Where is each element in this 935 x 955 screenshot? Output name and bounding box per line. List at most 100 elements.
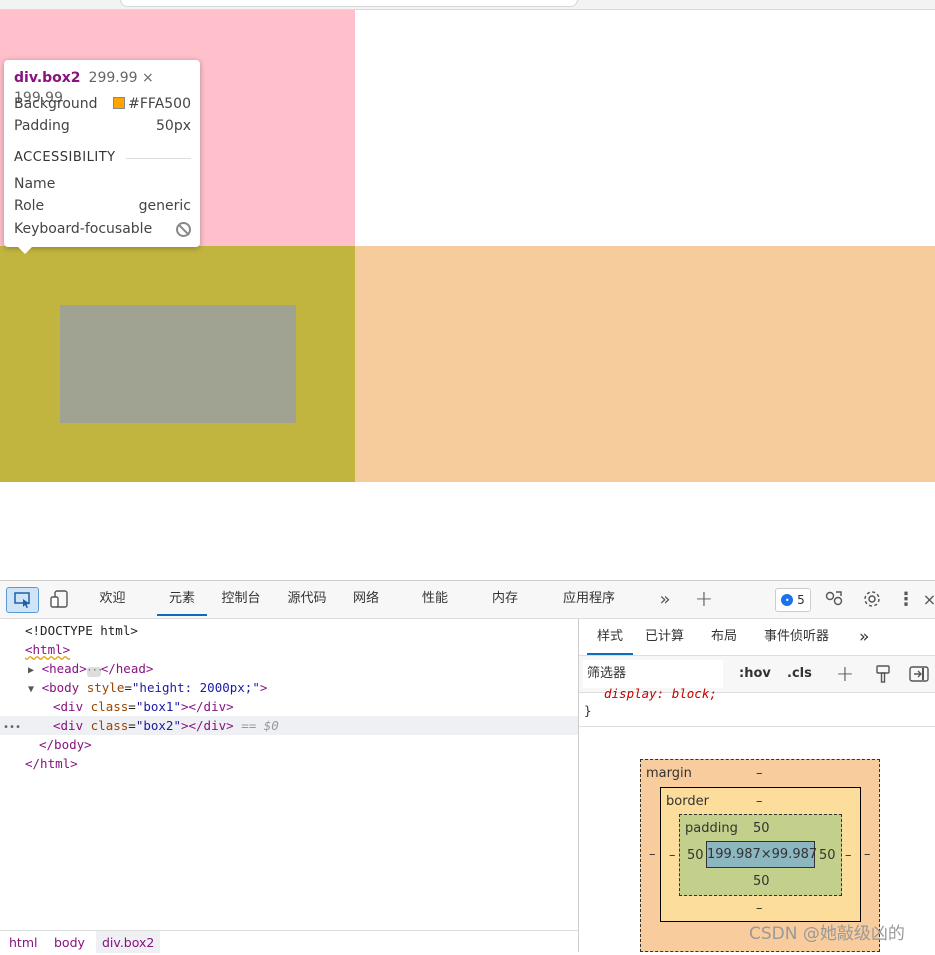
border-label: border (666, 794, 709, 809)
hover-state-button[interactable]: :hov (739, 656, 771, 692)
box-model-content[interactable]: 199.987×99.987 (706, 841, 817, 868)
tab-performance[interactable]: 性能 (414, 581, 456, 617)
issues-count: 5 (797, 593, 805, 607)
inspect-element-button[interactable] (6, 587, 39, 613)
close-devtools-icon[interactable]: × (923, 588, 935, 610)
html-close-tag: </html> (25, 756, 78, 771)
breadcrumb-div-box2[interactable]: div.box2 (96, 931, 161, 953)
body-style-value: "height: 2000px;" (131, 680, 260, 695)
doctype-text: <!DOCTYPE html> (25, 623, 138, 638)
brush-icon (876, 665, 890, 683)
padding-top-value[interactable]: 50 (753, 821, 770, 836)
margin-label: margin (646, 766, 692, 781)
dom-line-box1[interactable]: <div class="box1"></div> (0, 697, 631, 716)
new-rule-icon[interactable]: + (835, 662, 855, 687)
content-size-value[interactable]: 199.987×99.987 (707, 847, 817, 862)
devtools-tabbar: 欢迎 元素 控制台 源代码 网络 性能 内存 应用程序 » + • 5 ⋮ × (0, 581, 935, 619)
tab-sources[interactable]: 源代码 (280, 581, 334, 617)
toggle-sidebar-button[interactable] (909, 664, 929, 684)
add-tab-icon[interactable]: + (693, 587, 715, 612)
chat-icon: • (781, 594, 794, 606)
tab-console[interactable]: 控制台 (214, 581, 268, 617)
dom-line-html-close[interactable]: </html> (0, 754, 603, 773)
device-toolbar-button[interactable] (48, 589, 72, 609)
page-viewport: div.box2 299.99 × 199.99 Background #FFA5… (0, 10, 935, 580)
divider (126, 158, 191, 159)
tab-computed[interactable]: 已计算 (645, 619, 684, 655)
browser-toolbar (0, 0, 935, 10)
connection-button[interactable] (823, 588, 845, 610)
styles-filter-input[interactable]: 筛选器 (583, 660, 723, 688)
border-right-value[interactable]: – (845, 848, 852, 863)
tab-styles[interactable]: 样式 (587, 619, 633, 655)
breadcrumb-body[interactable]: body (54, 931, 85, 953)
tooltip-role-row: Role generic (14, 196, 191, 216)
dom-line-doctype[interactable]: <!DOCTYPE html> (0, 621, 603, 640)
tooltip-name-row: Name (14, 174, 191, 194)
box-model-border[interactable]: border – – – – padding 50 50 50 50 199.9… (660, 787, 861, 922)
class-value: "box1" (135, 699, 181, 714)
div-open-tag: <div (53, 699, 84, 714)
dom-line-body[interactable]: ▼ <body style="height: 2000px;"> (0, 678, 606, 697)
tab-memory[interactable]: 内存 (484, 581, 526, 617)
inspect-tooltip: div.box2 299.99 × 199.99 Background #FFA5… (4, 60, 200, 254)
margin-left-value[interactable]: – (649, 847, 656, 862)
class-attr: class (90, 718, 129, 733)
breadcrumb-html[interactable]: html (9, 931, 37, 953)
tooltip-focus-label: Keyboard-focusable (14, 221, 153, 237)
tab-event-listeners[interactable]: 事件侦听器 (764, 619, 829, 655)
elements-tree: <!DOCTYPE html> <html> ▶ <head>···</head… (0, 619, 578, 929)
padding-bottom-value[interactable]: 50 (753, 874, 770, 889)
tooltip-role-label: Role (14, 198, 45, 214)
more-style-tabs-icon[interactable]: » (859, 619, 869, 655)
more-tabs-icon[interactable]: » (654, 589, 676, 610)
padding-left-value[interactable]: 50 (687, 848, 704, 863)
issues-badge[interactable]: • 5 (775, 588, 811, 612)
tooltip-padding-label: Padding (14, 118, 70, 134)
head-ellipsis[interactable]: ··· (86, 667, 103, 677)
gear-icon (864, 591, 880, 607)
paint-brush-button[interactable] (873, 664, 893, 684)
padding-label: padding (685, 821, 738, 836)
dom-line-box2-selected[interactable]: ••• <div class="box2"></div> == $0 (0, 716, 578, 735)
selected-marker: == $0 (241, 718, 279, 733)
padding-right-value[interactable]: 50 (819, 848, 836, 863)
margin-top-value[interactable]: – (756, 766, 763, 781)
tooltip-role-value: generic (138, 198, 191, 214)
no-entry-icon (176, 222, 191, 237)
tooltip-padding-value: 50px (156, 118, 191, 134)
border-left-value[interactable]: – (669, 848, 676, 863)
border-bottom-value[interactable]: – (756, 901, 763, 916)
settings-button[interactable] (861, 588, 883, 610)
more-options-icon[interactable]: ⋮ (897, 588, 915, 610)
tooltip-title: div.box2 299.99 × 199.99 (14, 68, 191, 106)
tooltip-focus-row: Keyboard-focusable (14, 219, 191, 239)
tab-application[interactable]: 应用程序 (556, 581, 622, 617)
tab-network[interactable]: 网络 (345, 581, 387, 617)
tooltip-padding-row: Padding 50px (14, 116, 191, 136)
class-toggle-button[interactable]: .cls (787, 656, 812, 692)
tab-elements[interactable]: 元素 (157, 581, 207, 616)
collapse-triangle-icon[interactable]: ▼ (28, 684, 34, 695)
style-declaration[interactable]: display: block; (604, 686, 717, 701)
tab-layout[interactable]: 布局 (711, 619, 737, 655)
device-icon (50, 590, 68, 608)
head-open-tag: <head> (41, 661, 87, 676)
sidebar-toggle-icon (909, 666, 929, 682)
box-model-padding[interactable]: padding 50 50 50 50 199.987×99.987 (679, 814, 842, 896)
dom-line-body-close[interactable]: </body> (0, 735, 617, 754)
tooltip-section-label: ACCESSIBILITY (14, 150, 116, 165)
body-open-tag: <body (41, 680, 80, 695)
tooltip-class: .box2 (36, 70, 81, 86)
style-rule: display: block; } (579, 686, 935, 727)
dom-line-head[interactable]: ▶ <head>···</head> (0, 659, 606, 678)
div-close-tag: ></div> (180, 718, 234, 733)
class-attr: class (90, 699, 129, 714)
expand-triangle-icon[interactable]: ▶ (28, 665, 34, 676)
tab-welcome[interactable]: 欢迎 (85, 581, 140, 617)
border-top-value[interactable]: – (756, 794, 763, 809)
address-bar[interactable] (120, 0, 578, 7)
margin-right-value[interactable]: – (864, 847, 871, 862)
inspect-icon (13, 592, 30, 608)
dom-line-html[interactable]: <html> (0, 640, 603, 659)
